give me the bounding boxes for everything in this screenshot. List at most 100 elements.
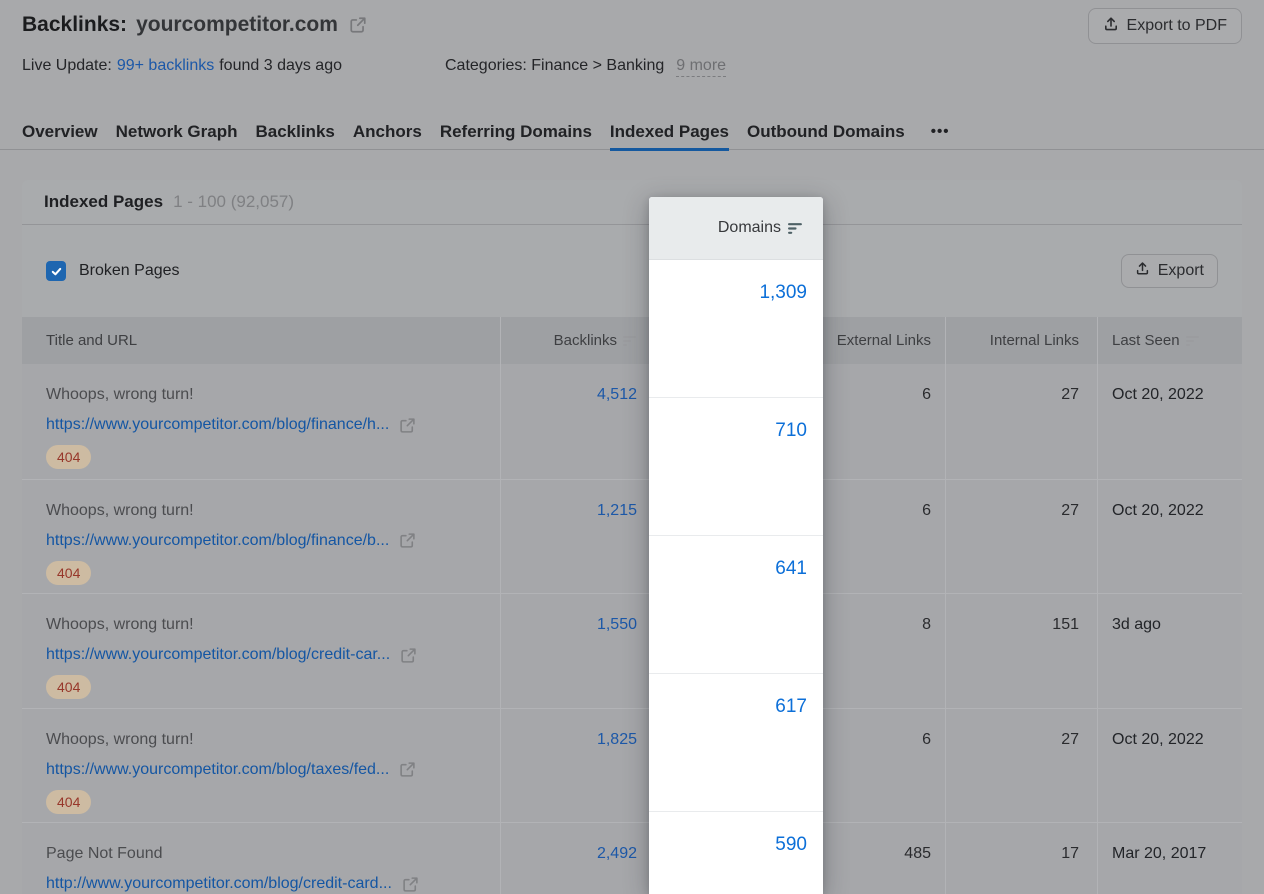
backlinks-count-link[interactable]: 1,550: [500, 594, 649, 708]
page-url-line: https://www.yourcompetitor.com/blog/taxe…: [46, 759, 500, 781]
tab-anchors[interactable]: Anchors: [353, 120, 422, 150]
domains-count-link[interactable]: 617: [775, 696, 807, 718]
external-links-count: 6: [823, 480, 945, 594]
backlink-analytics-page: Backlinks: yourcompetitor.com Export to …: [0, 0, 1264, 894]
page-url-line: http://www.yourcompetitor.com/blog/credi…: [46, 873, 500, 894]
external-link-icon[interactable]: [399, 532, 416, 549]
domains-cell: 641: [649, 536, 823, 674]
internal-links-count: 27: [945, 709, 1097, 823]
export-label: Export: [1158, 262, 1204, 280]
table-body: Whoops, wrong turn! https://www.yourcomp…: [22, 364, 1242, 894]
report-tabs: Overview Network Graph Backlinks Anchors Ref…: [0, 120, 1264, 150]
sort-icon: [623, 335, 637, 347]
external-link-icon[interactable]: [349, 16, 367, 34]
column-header-external-links[interactable]: External Links: [823, 317, 945, 364]
filter-row: Broken Pages Export: [22, 225, 1242, 317]
tab-overview[interactable]: Overview: [22, 120, 98, 150]
tab-referring-domains[interactable]: Referring Domains: [440, 120, 592, 150]
backlinks-count-link[interactable]: 1,825: [500, 709, 649, 823]
table-row: Whoops, wrong turn! https://www.yourcomp…: [22, 364, 1242, 479]
upload-icon: [1103, 16, 1119, 37]
domains-header-label: Domains: [718, 219, 781, 237]
page-title-row: Backlinks: yourcompetitor.com: [22, 13, 367, 37]
page-url-link[interactable]: https://www.yourcompetitor.com/blog/fina…: [46, 530, 389, 552]
table-row: Whoops, wrong turn! https://www.yourcomp…: [22, 708, 1242, 823]
indexed-pages-card: Indexed Pages 1 - 100 (92,057) Broken Pa…: [22, 180, 1242, 894]
title-url-cell: Page Not Found http://www.yourcompetitor…: [22, 823, 500, 894]
export-button[interactable]: Export: [1121, 254, 1218, 288]
last-seen-value: 3d ago: [1097, 594, 1242, 708]
page-url-line: https://www.yourcompetitor.com/blog/cred…: [46, 644, 500, 666]
column-header-backlinks[interactable]: Backlinks: [500, 317, 649, 364]
page-title-text: Whoops, wrong turn!: [46, 384, 500, 406]
page-url-link[interactable]: http://www.yourcompetitor.com/blog/credi…: [46, 873, 392, 894]
column-header-domains[interactable]: Domains: [649, 197, 823, 260]
tab-outbound-domains[interactable]: Outbound Domains: [747, 120, 905, 150]
title-url-cell: Whoops, wrong turn! https://www.yourcomp…: [22, 364, 500, 479]
title-url-cell: Whoops, wrong turn! https://www.yourcomp…: [22, 594, 500, 708]
upload-icon: [1135, 261, 1150, 281]
card-header: Indexed Pages 1 - 100 (92,057): [22, 180, 1242, 225]
live-update-suffix: found 3 days ago: [219, 57, 342, 75]
tabs-more-button[interactable]: •••: [923, 120, 950, 144]
backlinks-header-label: Backlinks: [554, 332, 617, 349]
external-links-count: 485: [823, 823, 945, 894]
title-url-cell: Whoops, wrong turn! https://www.yourcomp…: [22, 709, 500, 823]
export-to-pdf-button[interactable]: Export to PDF: [1088, 8, 1242, 44]
backlinks-count-link[interactable]: 2,492: [500, 823, 649, 894]
table-header-row: Title and URL Backlinks External Links I…: [22, 317, 1242, 364]
domains-count-link[interactable]: 590: [775, 834, 807, 856]
last-seen-value: Oct 20, 2022: [1097, 480, 1242, 594]
domains-count-link[interactable]: 641: [775, 558, 807, 580]
card-title: Indexed Pages: [44, 192, 163, 212]
result-range: 1 - 100 (92,057): [173, 192, 294, 212]
meta-row: Live Update: 99+ backlinks found 3 days …: [22, 57, 1242, 79]
table-row: Whoops, wrong turn! https://www.yourcomp…: [22, 479, 1242, 594]
column-header-last-seen[interactable]: Last Seen: [1097, 317, 1242, 364]
categories-more-link[interactable]: 9 more: [676, 57, 726, 77]
domains-cell: 590: [649, 812, 823, 894]
tab-indexed-pages[interactable]: Indexed Pages: [610, 120, 729, 150]
table-row: Page Not Found http://www.yourcompetitor…: [22, 822, 1242, 894]
last-seen-value: Oct 20, 2022: [1097, 709, 1242, 823]
broken-pages-checkbox[interactable]: [46, 261, 66, 281]
page-title-text: Whoops, wrong turn!: [46, 729, 500, 751]
page-url-link[interactable]: https://www.yourcompetitor.com/blog/fina…: [46, 414, 389, 436]
internal-links-count: 27: [945, 364, 1097, 479]
broken-pages-label: Broken Pages: [79, 262, 180, 280]
sort-icon: [1186, 335, 1200, 347]
broken-pages-filter[interactable]: Broken Pages: [46, 261, 180, 281]
backlinks-count-link[interactable]: 4,512: [500, 364, 649, 479]
internal-links-count: 151: [945, 594, 1097, 708]
domains-spotlight-column: Domains 1,309 710 641 617 590: [649, 197, 823, 894]
external-links-count: 8: [823, 594, 945, 708]
categories-row: Categories: Finance > Banking 9 more: [445, 57, 726, 77]
external-link-icon[interactable]: [399, 417, 416, 434]
domains-count-link[interactable]: 710: [775, 420, 807, 442]
page-title-text: Whoops, wrong turn!: [46, 614, 500, 636]
page-url-link[interactable]: https://www.yourcompetitor.com/blog/taxe…: [46, 759, 389, 781]
tab-backlinks[interactable]: Backlinks: [255, 120, 334, 150]
last-seen-header-label: Last Seen: [1112, 332, 1180, 349]
domains-cell: 617: [649, 674, 823, 812]
external-link-icon[interactable]: [399, 761, 416, 778]
table-row: Whoops, wrong turn! https://www.yourcomp…: [22, 593, 1242, 708]
external-link-icon[interactable]: [402, 876, 419, 893]
domains-count-link[interactable]: 1,309: [759, 282, 807, 304]
backlinks-found-link[interactable]: 99+ backlinks: [117, 57, 214, 75]
categories-label: Categories: Finance > Banking: [445, 57, 664, 75]
sort-icon: [788, 222, 803, 235]
page-url-link[interactable]: https://www.yourcompetitor.com/blog/cred…: [46, 644, 390, 666]
backlinks-count-link[interactable]: 1,215: [500, 480, 649, 594]
live-update-status: Live Update: 99+ backlinks found 3 days …: [22, 57, 342, 75]
internal-links-count: 27: [945, 480, 1097, 594]
external-link-icon[interactable]: [400, 647, 417, 664]
internal-links-count: 17: [945, 823, 1097, 894]
column-header-internal-links[interactable]: Internal Links: [945, 317, 1097, 364]
page-url-line: https://www.yourcompetitor.com/blog/fina…: [46, 530, 500, 552]
http-status-badge: 404: [46, 561, 91, 585]
domains-cell: 710: [649, 398, 823, 536]
last-seen-value: Oct 20, 2022: [1097, 364, 1242, 479]
tab-network-graph[interactable]: Network Graph: [116, 120, 238, 150]
external-links-count: 6: [823, 709, 945, 823]
